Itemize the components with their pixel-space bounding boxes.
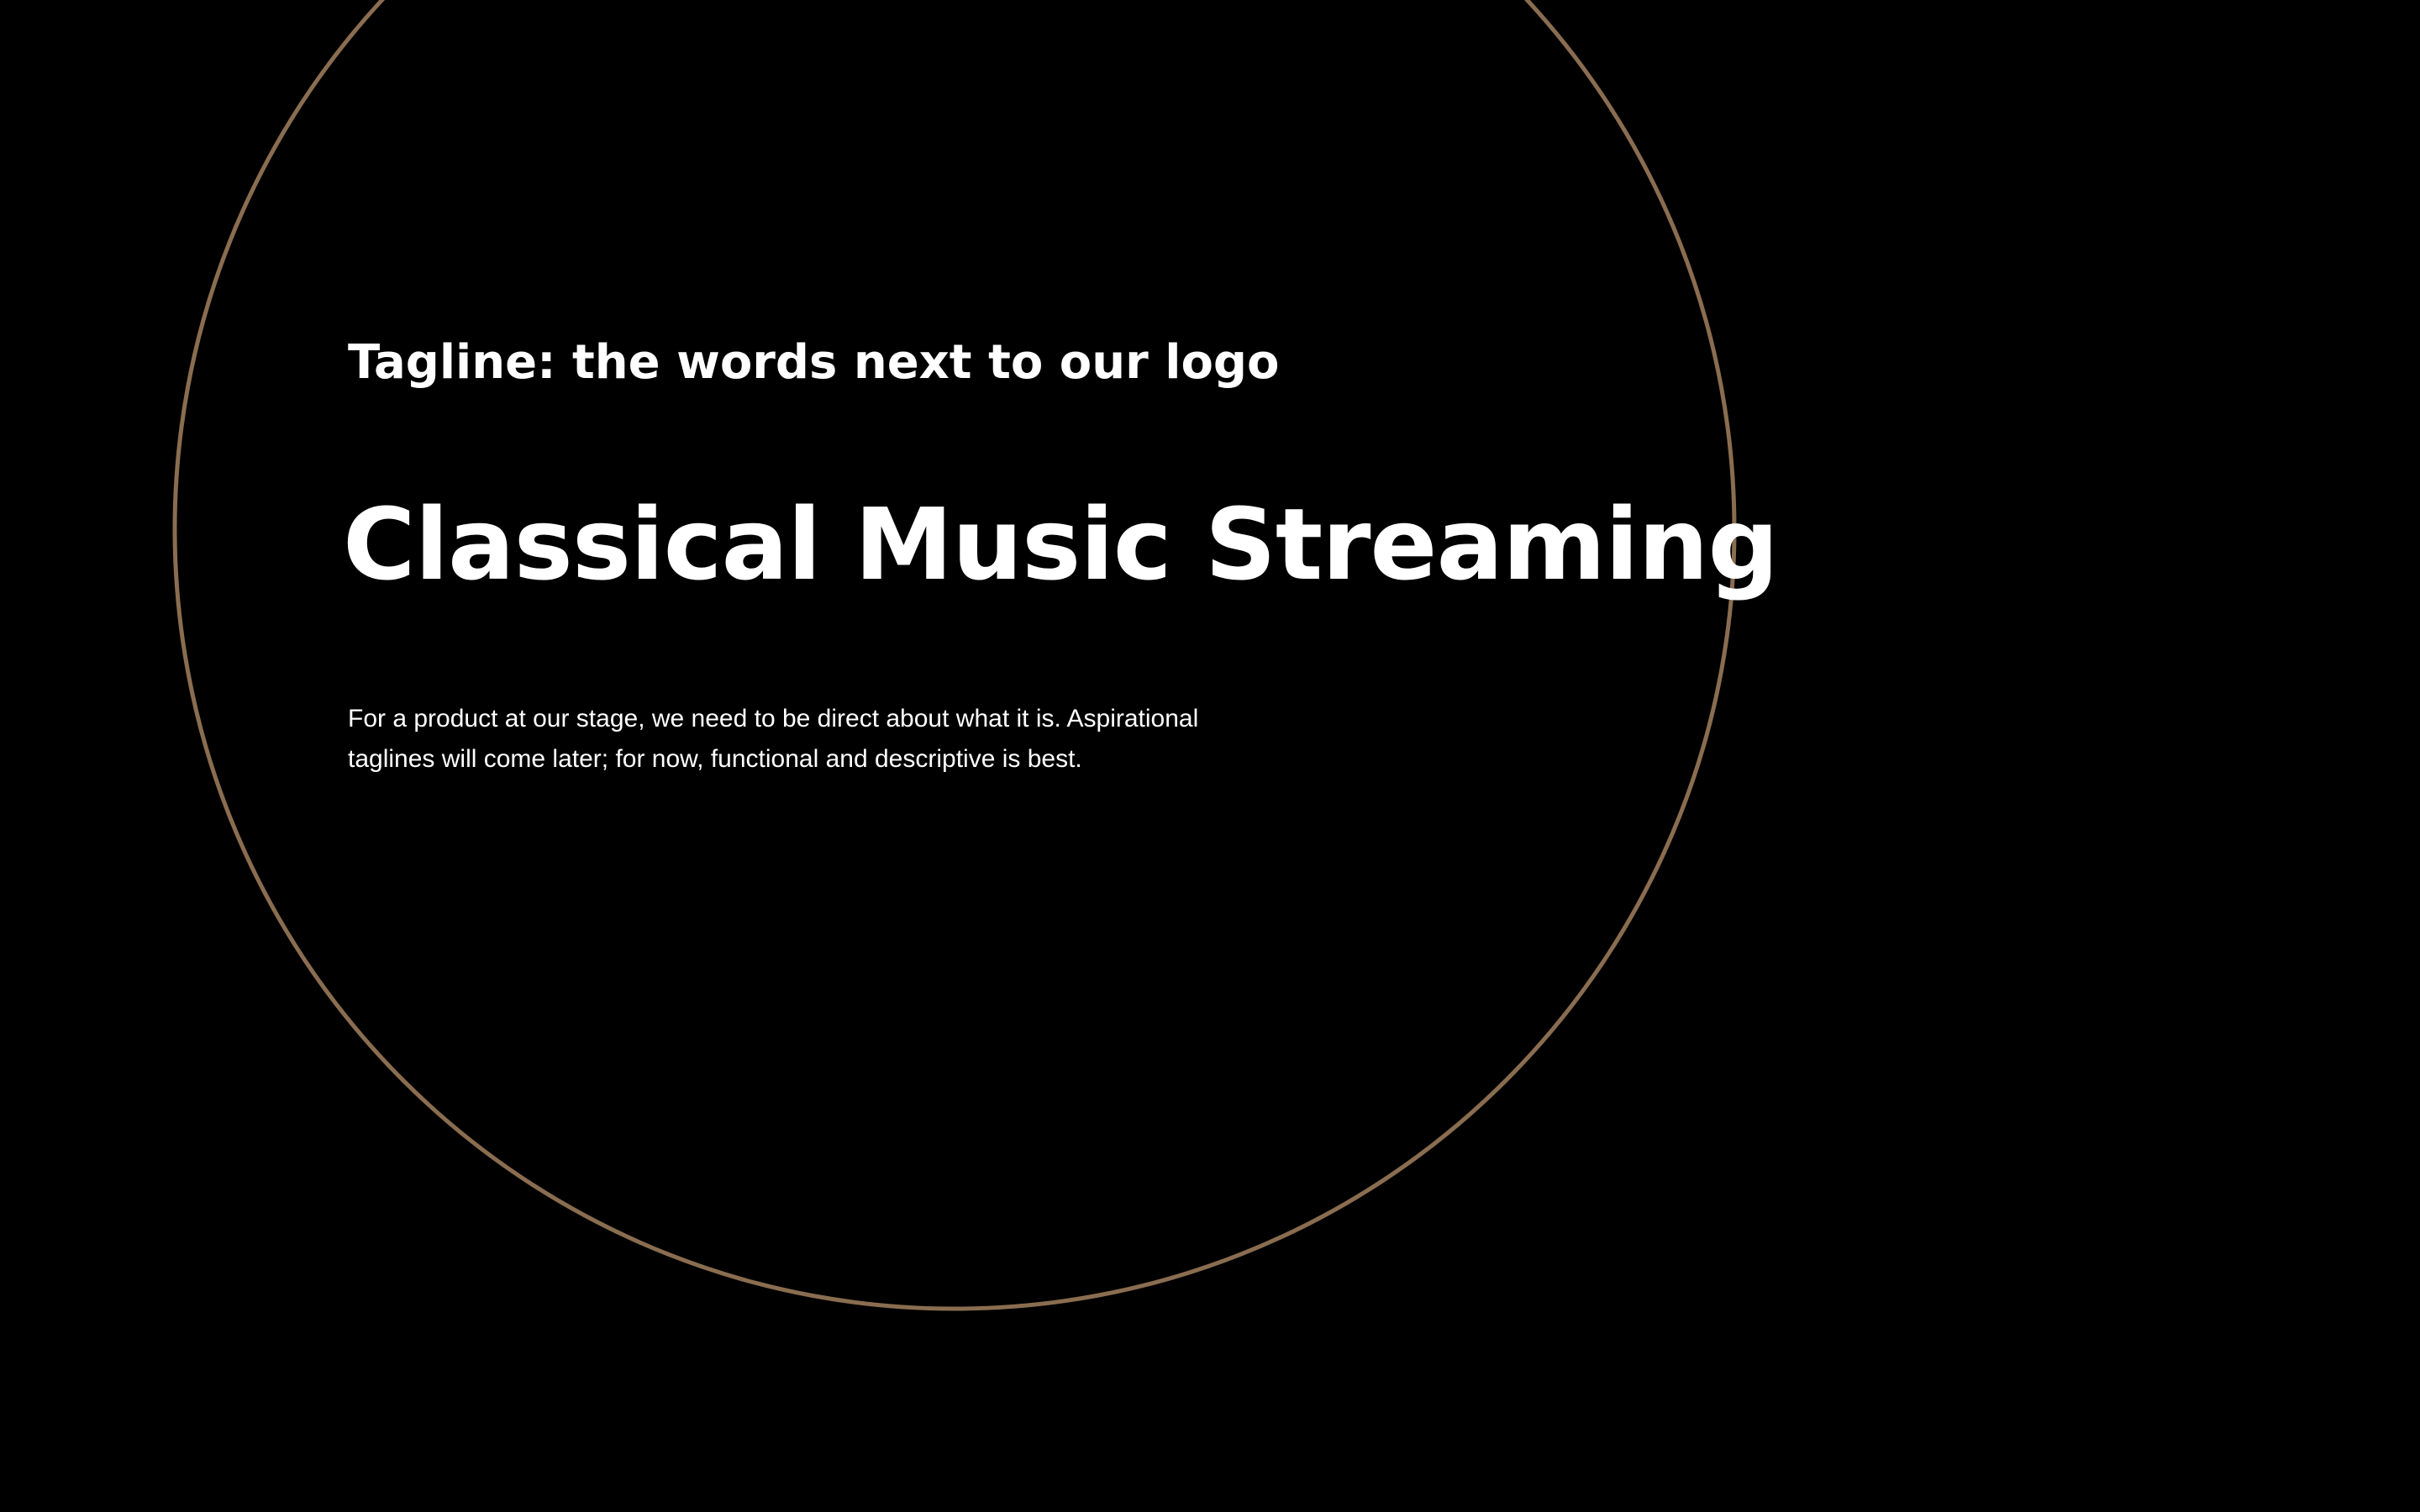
headline: Classical Music Streaming <box>343 486 1779 602</box>
slide: Tagline: the words next to our logo Clas… <box>0 0 2420 1512</box>
description-text: For a product at our stage, we need to b… <box>348 705 1199 773</box>
tagline-label: Tagline: the words next to our logo <box>348 335 1280 390</box>
